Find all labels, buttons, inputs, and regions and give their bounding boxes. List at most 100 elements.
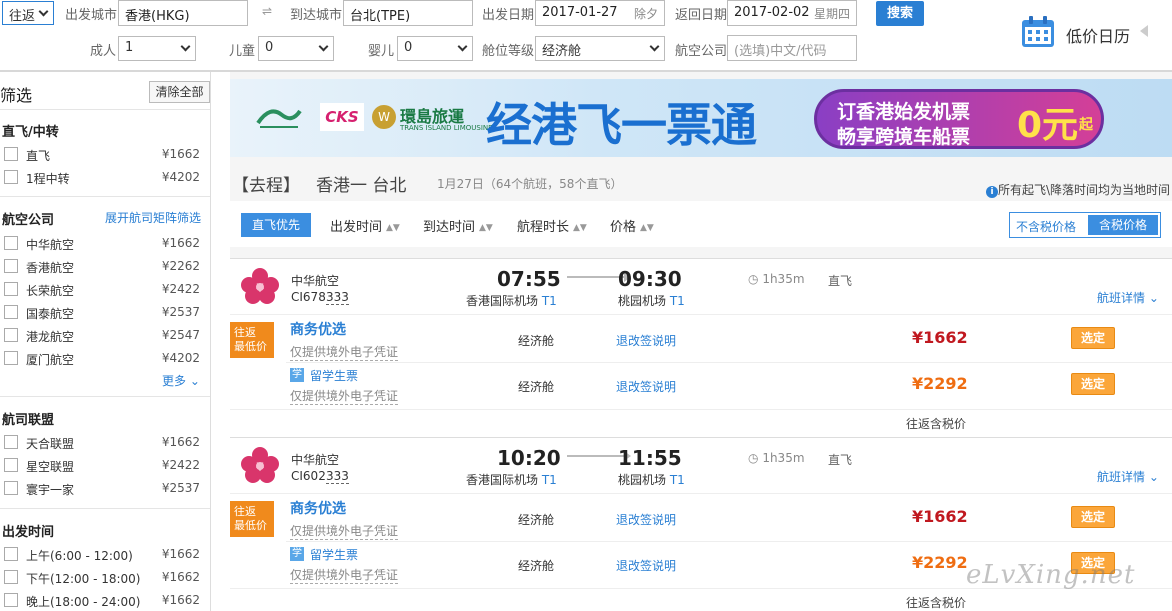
- arrive-time: 09:30: [618, 267, 682, 291]
- cabin-select[interactable]: 经济舱: [535, 36, 665, 61]
- fare-note[interactable]: 仅提供境外电子凭证: [290, 387, 399, 405]
- promo-price: 0元: [1017, 105, 1079, 146]
- aircraft-type[interactable]: 333: [326, 469, 349, 484]
- sort-depart-time[interactable]: 出发时间 ▲▼: [330, 216, 400, 235]
- results-summary: 1月27日（64个航班，58个直飞）: [437, 177, 623, 191]
- flight-details-link[interactable]: 航班详情 ⌄: [1097, 289, 1159, 306]
- chevron-down-icon: ⌄: [1148, 291, 1159, 305]
- swap-icon[interactable]: ⇌: [262, 4, 272, 18]
- aircraft-type[interactable]: 333: [326, 290, 349, 305]
- refund-policy-link[interactable]: 退改签说明: [616, 557, 676, 574]
- cabin-label: 舱位等级: [482, 44, 535, 59]
- route-title: 香港一 台北: [316, 176, 407, 196]
- filter-sidebar: 筛选 清除全部 直飞/中转 直飞 ¥1662 1程中转 ¥4202 航空公司 展开航…: [0, 72, 211, 611]
- child-label: 儿童: [229, 44, 256, 59]
- promo-line2: 畅享跨境车船票: [837, 126, 971, 148]
- return-date-note: 星期四: [813, 7, 850, 21]
- round-trip-lowest-badge: 往返 最低价: [230, 322, 274, 358]
- incl-tax-option[interactable]: 含税价格: [1088, 215, 1158, 235]
- excl-tax-option[interactable]: 不含税价格: [1016, 218, 1076, 235]
- refund-policy-link[interactable]: 退改签说明: [616, 378, 676, 395]
- from-label: 出发城市: [65, 8, 118, 23]
- sort-arrows-icon: ▲▼: [479, 222, 493, 233]
- fare-name: 留学生票: [310, 369, 359, 383]
- cabin-class: 经济舱: [518, 513, 555, 527]
- filter-group-title: 出发时间: [2, 525, 55, 540]
- stop-type: 直飞: [828, 453, 853, 467]
- china-airlines-plum-icon: [241, 268, 279, 304]
- clear-all-button[interactable]: 清除全部: [149, 81, 210, 103]
- to-city-input[interactable]: 台北(TPE): [343, 0, 473, 26]
- fare-price: ¥1662: [912, 328, 968, 347]
- chevron-down-icon: ⌄: [189, 374, 200, 388]
- filter-group-title: 航空公司: [2, 213, 55, 228]
- chevron-down-icon: ⌄: [1148, 470, 1159, 484]
- calendar-icon[interactable]: [1020, 16, 1056, 48]
- fare-note[interactable]: 仅提供境外电子凭证: [290, 566, 399, 584]
- trip-type-value: 往返: [9, 9, 36, 24]
- fare-note[interactable]: 仅提供境外电子凭证: [290, 343, 399, 361]
- refund-policy-link[interactable]: 退改签说明: [616, 511, 676, 528]
- airline-name: 中华航空: [291, 274, 340, 288]
- return-date-input[interactable]: 2017-02-02 星期四: [727, 0, 857, 26]
- infant-select[interactable]: 0: [397, 36, 473, 61]
- watermark: eLvXing.net: [966, 560, 1136, 590]
- to-label: 到达城市: [290, 8, 343, 23]
- search-bar: 往返 出发城市 香港(HKG) ⇌ 到达城市 台北(TPE) 出发日期 2017…: [0, 0, 1172, 72]
- fare-price: ¥2292: [912, 374, 968, 393]
- adult-select[interactable]: 1: [118, 36, 196, 61]
- sort-arrive-time[interactable]: 到达时间 ▲▼: [423, 216, 493, 235]
- collapse-arrow-icon[interactable]: [1140, 25, 1148, 37]
- cabin-class: 经济舱: [518, 380, 555, 394]
- student-icon: 学: [290, 547, 304, 561]
- fare-note[interactable]: 仅提供境外电子凭证: [290, 522, 399, 540]
- price-toggle: 不含税价格 含税价格: [1009, 212, 1161, 238]
- select-fare-button[interactable]: 选定: [1071, 506, 1115, 528]
- round-trip-tax-note: 往返含税价: [906, 596, 967, 610]
- search-button[interactable]: 搜索: [876, 1, 924, 26]
- depart-airport: 香港国际机场 T1: [466, 473, 557, 487]
- promo-line1: 订香港始发机票: [837, 101, 971, 123]
- airline-input[interactable]: (选填)中文/代码: [727, 35, 857, 61]
- trans-island-subtitle: TRANS ISLAND LIMOUSINE: [400, 124, 493, 132]
- depart-date-label: 出发日期: [482, 8, 535, 23]
- fare-price: ¥2292: [912, 553, 968, 572]
- china-airlines-plum-icon: [241, 447, 279, 483]
- flight-number: CI678: [291, 290, 326, 304]
- low-price-calendar-link[interactable]: 低价日历: [1066, 23, 1130, 47]
- arrive-time: 11:55: [618, 446, 682, 470]
- results-header: 【去程】 香港一 台北 1月27日（64个航班，58个直飞） i 所有起飞\降落时…: [230, 160, 1172, 200]
- round-trip-tax-note: 往返含税价: [906, 417, 967, 431]
- more-airlines-link[interactable]: 更多 ⌄: [162, 372, 200, 389]
- timezone-note: i 所有起飞\降落时间均为当地时间: [986, 181, 1170, 198]
- sort-arrows-icon: ▲▼: [640, 222, 654, 233]
- select-fare-button[interactable]: 选定: [1071, 327, 1115, 349]
- sort-duration[interactable]: 航程时长 ▲▼: [517, 216, 587, 235]
- refund-policy-link[interactable]: 退改签说明: [616, 332, 676, 349]
- promo-banner[interactable]: CKS W 環島旅運 TRANS ISLAND LIMOUSINE 经港飞一票通…: [230, 79, 1172, 157]
- filter-group-title: 航司联盟: [2, 413, 55, 428]
- airline-label: 航空公司: [675, 44, 728, 59]
- from-city-input[interactable]: 香港(HKG): [118, 0, 248, 26]
- infant-label: 婴儿: [368, 44, 395, 59]
- sort-bar: 直飞优先 出发时间 ▲▼ 到达时间 ▲▼ 航程时长 ▲▼ 价格 ▲▼ 不含税价格 含税价…: [230, 201, 1172, 247]
- fare-name: 留学生票: [310, 548, 359, 562]
- child-select[interactable]: 0: [258, 36, 334, 61]
- sort-direct-first[interactable]: 直飞优先: [241, 213, 311, 237]
- airline-matrix-link[interactable]: 展开航司矩阵筛选: [105, 209, 201, 226]
- depart-airport: 香港国际机场 T1: [466, 294, 557, 308]
- depart-date-input[interactable]: 2017-01-27 除夕: [535, 0, 665, 26]
- depart-time: 07:55: [497, 267, 561, 291]
- trip-type-select[interactable]: 往返: [2, 1, 54, 25]
- fare-price: ¥1662: [912, 507, 968, 526]
- select-fare-button[interactable]: 选定: [1071, 373, 1115, 395]
- filter-title: 筛选: [0, 86, 33, 105]
- stop-type: 直飞: [828, 274, 853, 288]
- round-trip-lowest-badge: 往返 最低价: [230, 501, 274, 537]
- promo-suffix: 起: [1079, 117, 1093, 133]
- depart-time: 10:20: [497, 446, 561, 470]
- flight-details-link[interactable]: 航班详情 ⌄: [1097, 468, 1159, 485]
- duration: ◷ 1h35m: [748, 451, 805, 465]
- sort-price[interactable]: 价格 ▲▼: [610, 216, 654, 235]
- fare-name: 商务优选: [290, 501, 346, 517]
